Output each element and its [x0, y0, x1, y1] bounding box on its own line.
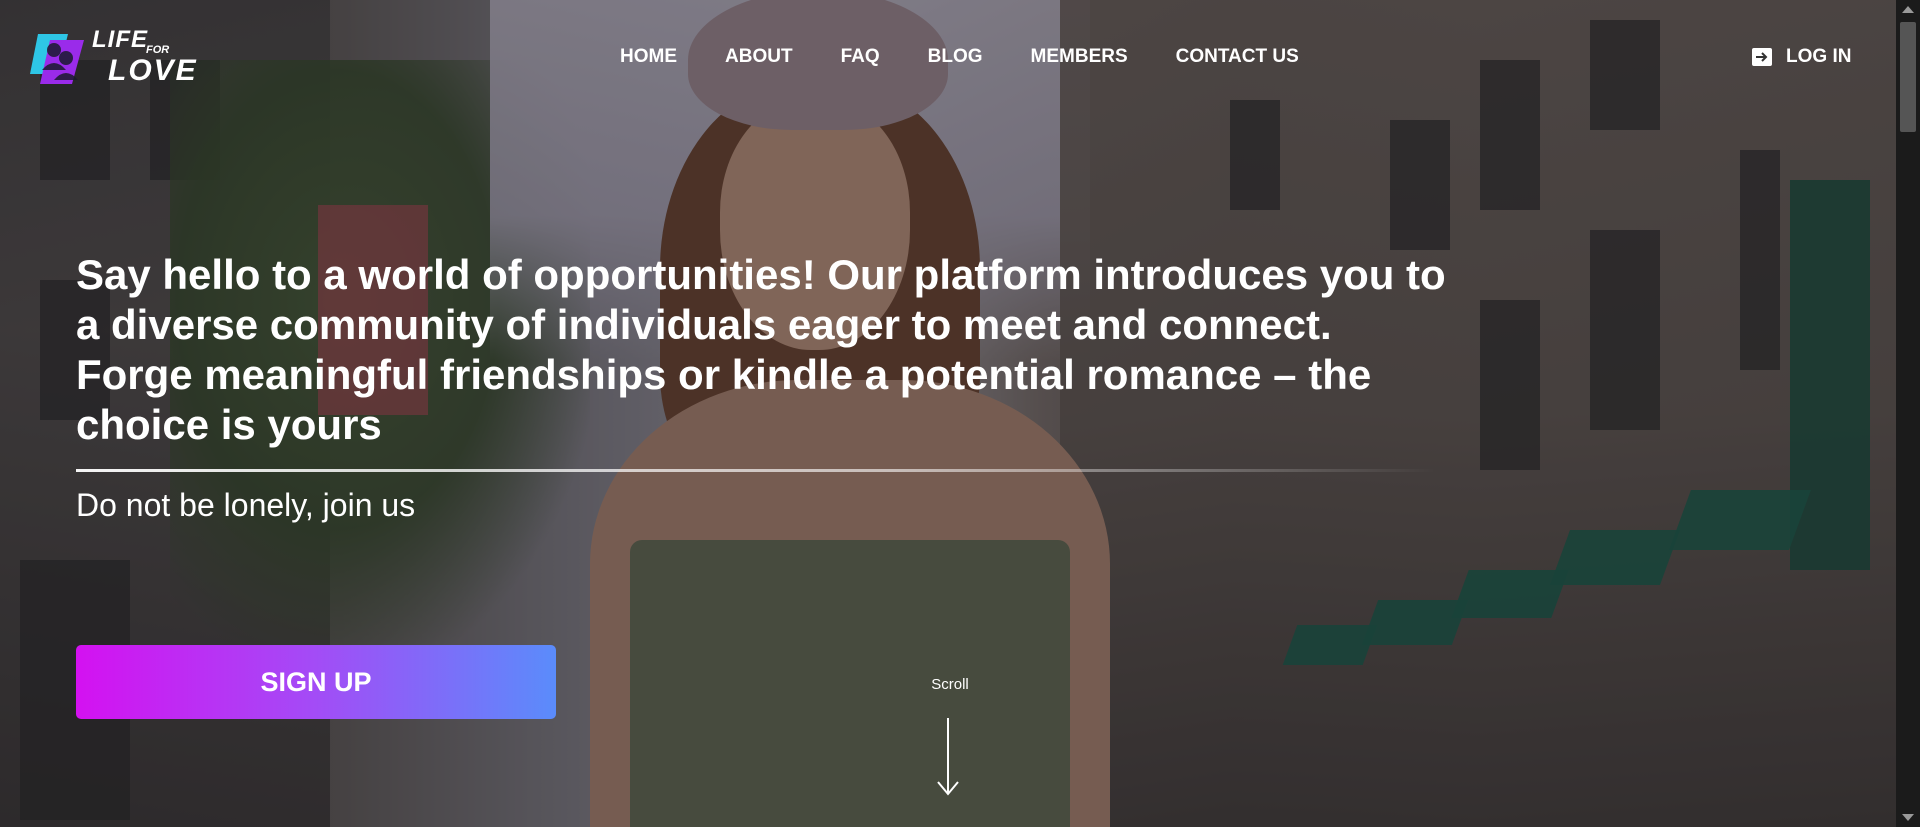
login-arrow-icon: [1752, 48, 1772, 66]
hero-section: LIFE FOR LOVE HOME ABOUT FAQ BLOG MEMBER…: [0, 0, 1896, 827]
scroll-up-arrow-icon[interactable]: [1902, 6, 1914, 13]
hero-tagline: Do not be lonely, join us: [76, 487, 416, 523]
scroll-label[interactable]: Scroll: [920, 676, 980, 693]
sign-up-button[interactable]: SIGN UP: [76, 645, 556, 719]
hero-divider: [76, 469, 1436, 472]
nav-item-about[interactable]: ABOUT: [725, 46, 793, 68]
scroll-down-arrow-icon[interactable]: [928, 718, 968, 798]
nav-item-faq[interactable]: FAQ: [841, 46, 880, 68]
nav-item-contact-us[interactable]: CONTACT US: [1176, 46, 1299, 68]
two-faces-logo-icon: [30, 34, 84, 84]
nav-item-home[interactable]: HOME: [620, 46, 677, 68]
hero-headline: Say hello to a world of opportunities! O…: [76, 251, 1446, 448]
scrollbar-thumb[interactable]: [1900, 22, 1916, 132]
page-scrollbar[interactable]: [1896, 0, 1920, 827]
site-logo[interactable]: LIFE FOR LOVE: [28, 26, 203, 90]
logo-text-love: LOVE: [108, 54, 198, 87]
login-button[interactable]: LOG IN: [1752, 46, 1851, 68]
nav-item-blog[interactable]: BLOG: [928, 46, 983, 68]
login-label: LOG IN: [1786, 46, 1852, 67]
logo-text-life: LIFE: [92, 26, 148, 53]
nav-item-members[interactable]: MEMBERS: [1031, 46, 1128, 68]
main-nav: HOME ABOUT FAQ BLOG MEMBERS CONTACT US: [620, 46, 1347, 68]
scroll-down-icon[interactable]: [1902, 814, 1914, 821]
